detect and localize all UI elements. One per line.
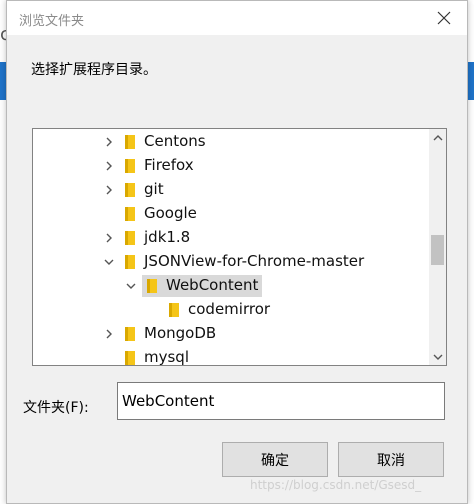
tree-item-label: jdk1.8: [144, 228, 191, 246]
tree-item-label: JSONView-for-Chrome-master: [144, 252, 365, 270]
title-bar: 浏览文件夹: [7, 1, 467, 35]
tree-item[interactable]: mysql: [33, 346, 425, 366]
tree-item[interactable]: Firefox: [33, 154, 425, 178]
instruction-text: 选择扩展程序目录。: [31, 62, 157, 78]
cancel-button[interactable]: 取消: [338, 442, 444, 477]
folder-icon: [125, 207, 135, 221]
ok-button[interactable]: 确定: [222, 442, 328, 477]
chevron-right-icon[interactable]: [103, 160, 115, 172]
scroll-up-arrow[interactable]: [429, 129, 446, 146]
tree-item-label: Firefox: [144, 156, 194, 174]
folder-icon: [125, 255, 135, 269]
folder-icon: [125, 327, 135, 341]
tree-item-label: Google: [144, 204, 197, 222]
scroll-thumb[interactable]: [431, 235, 444, 266]
chevron-up-icon: [433, 134, 442, 140]
tree-scrollbar[interactable]: [429, 129, 446, 365]
tree-item-label: MongoDB: [144, 324, 217, 342]
close-button[interactable]: [429, 5, 459, 31]
chevron-down-icon: [433, 354, 442, 360]
folder-icon: [125, 351, 135, 365]
scroll-down-arrow[interactable]: [429, 348, 446, 365]
folder-icon: [125, 231, 135, 245]
chevron-right-icon[interactable]: [103, 184, 115, 196]
tree-item-label: WebContent: [166, 276, 259, 294]
chevron-down-icon[interactable]: [125, 280, 137, 292]
folder-icon: [125, 135, 135, 149]
watermark: https://blog.csdn.net/Gsesd_: [250, 478, 422, 492]
close-icon: [437, 11, 451, 25]
tree-item-label: codemirror: [188, 300, 271, 318]
folder-icon: [125, 159, 135, 173]
tree-item[interactable]: JSONView-for-Chrome-master: [33, 250, 425, 274]
folder-field-label: 文件夹(F):: [23, 400, 89, 416]
chevron-right-icon[interactable]: [103, 136, 115, 148]
tree-item[interactable]: git: [33, 178, 425, 202]
browse-folder-dialog: 浏览文件夹 选择扩展程序目录。 Centons Firefox git Google j…: [6, 0, 468, 504]
chevron-right-icon[interactable]: [103, 232, 115, 244]
tree-item-label: mysql: [144, 348, 189, 366]
tree-item[interactable]: Centons: [33, 130, 425, 154]
tree-item-label: Centons: [144, 132, 206, 150]
folder-input[interactable]: [117, 382, 445, 420]
folder-tree[interactable]: Centons Firefox git Google jdk1.8 JSONView-fo…: [32, 128, 447, 366]
tree-item[interactable]: MongoDB: [33, 322, 425, 346]
background-blue-strip-right: [468, 62, 474, 100]
tree-item[interactable]: WebContent: [33, 274, 425, 298]
tree-item[interactable]: Google: [33, 202, 425, 226]
chevron-right-icon[interactable]: [103, 328, 115, 340]
folder-icon: [147, 279, 157, 293]
chevron-down-icon[interactable]: [103, 256, 115, 268]
tree-item-label: git: [144, 180, 164, 198]
tree-item[interactable]: codemirror: [33, 298, 425, 322]
tree-item[interactable]: jdk1.8: [33, 226, 425, 250]
dialog-title: 浏览文件夹: [19, 14, 85, 29]
folder-icon: [169, 303, 179, 317]
folder-icon: [125, 183, 135, 197]
